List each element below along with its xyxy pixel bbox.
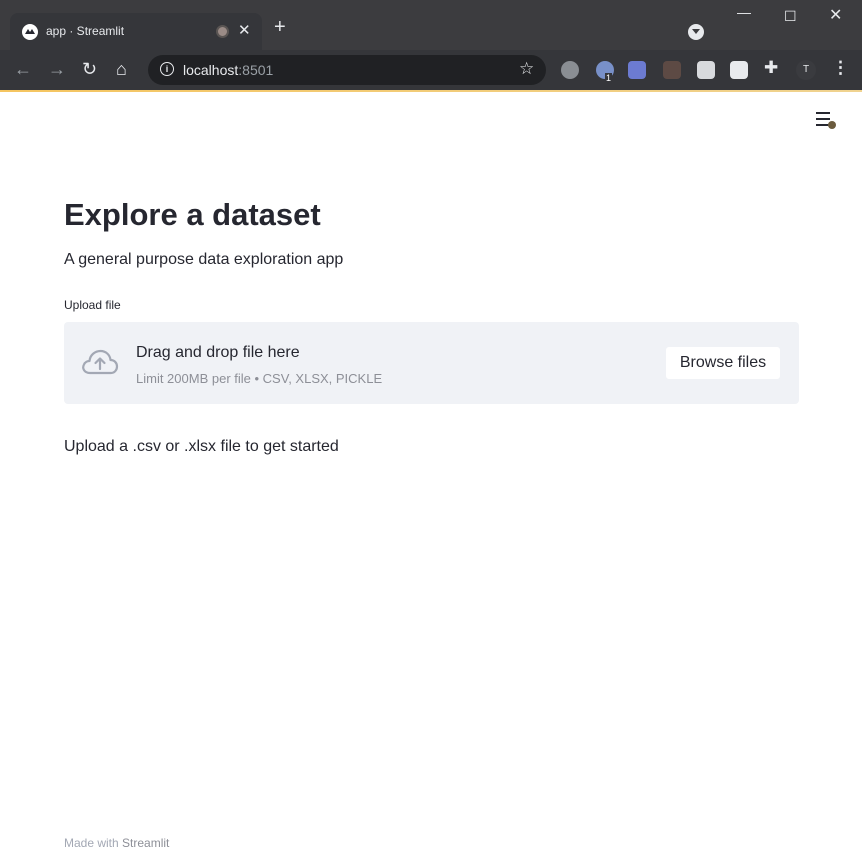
file-dropzone[interactable]: Drag and drop file here Limit 200MB per … (64, 322, 799, 404)
tab-search-icon[interactable] (688, 24, 704, 40)
url-port: :8501 (238, 62, 274, 78)
maximize-button[interactable]: ☐ (784, 8, 797, 25)
page-loading-bar (0, 90, 862, 92)
url-host: localhost (183, 62, 239, 78)
browser-title-bar: app · Streamlit ✕ + — ☐ ✕ (0, 0, 862, 50)
dropzone-limit-text: Limit 200MB per file • CSV, XLSX, PICKLE (136, 371, 383, 386)
extension-icon[interactable] (697, 61, 715, 79)
extension-badge: 1 (605, 73, 613, 83)
profile-avatar[interactable]: T (796, 60, 816, 80)
close-window-button[interactable]: ✕ (829, 5, 842, 25)
browser-menu-icon[interactable]: ⋮ (832, 58, 849, 78)
bookmark-star-icon[interactable]: ☆ (519, 59, 534, 79)
upload-hint-text: Upload a .csv or .xlsx file to get start… (64, 438, 339, 455)
extension-icon[interactable] (663, 61, 681, 79)
extensions-puzzle-icon[interactable]: ✚ (764, 58, 778, 78)
minimize-button[interactable]: — (737, 4, 751, 20)
reload-icon[interactable]: ↻ (82, 59, 97, 79)
streamlit-link[interactable]: Streamlit (122, 836, 169, 850)
new-tab-button[interactable]: + (274, 17, 286, 37)
dropzone-instruction: Drag and drop file here (136, 344, 300, 361)
extension-icon[interactable] (730, 61, 748, 79)
extension-icon[interactable] (628, 61, 646, 79)
recording-icon (216, 25, 229, 38)
page-subtitle: A general purpose data exploration app (64, 251, 344, 268)
extension-icon[interactable] (561, 61, 579, 79)
address-url: localhost:8501 (183, 62, 273, 78)
tab-title: app · Streamlit (46, 24, 125, 38)
address-bar[interactable]: i localhost:8501 ☆ (148, 55, 546, 85)
browse-files-button[interactable]: Browse files (665, 346, 781, 380)
tab-close-icon[interactable]: ✕ (238, 21, 251, 39)
app-menu-icon[interactable] (816, 112, 836, 130)
cloud-upload-icon (80, 347, 120, 377)
forward-arrow-icon[interactable]: → (48, 59, 66, 79)
browser-toolbar: ← → ↻ ⌂ i localhost:8501 ☆ 1 ✚ T ⋮ (0, 50, 862, 90)
browser-tab[interactable]: app · Streamlit ✕ (10, 13, 262, 50)
home-icon[interactable]: ⌂ (116, 59, 127, 79)
menu-indicator-dot (828, 121, 836, 129)
page-title: Explore a dataset (64, 197, 321, 232)
upload-file-label: Upload file (64, 298, 121, 312)
streamlit-favicon-icon (22, 24, 38, 40)
site-info-icon[interactable]: i (160, 62, 174, 76)
back-arrow-icon[interactable]: ← (14, 59, 32, 79)
footer: Made with Streamlit (64, 836, 169, 850)
footer-prefix: Made with (64, 836, 123, 850)
